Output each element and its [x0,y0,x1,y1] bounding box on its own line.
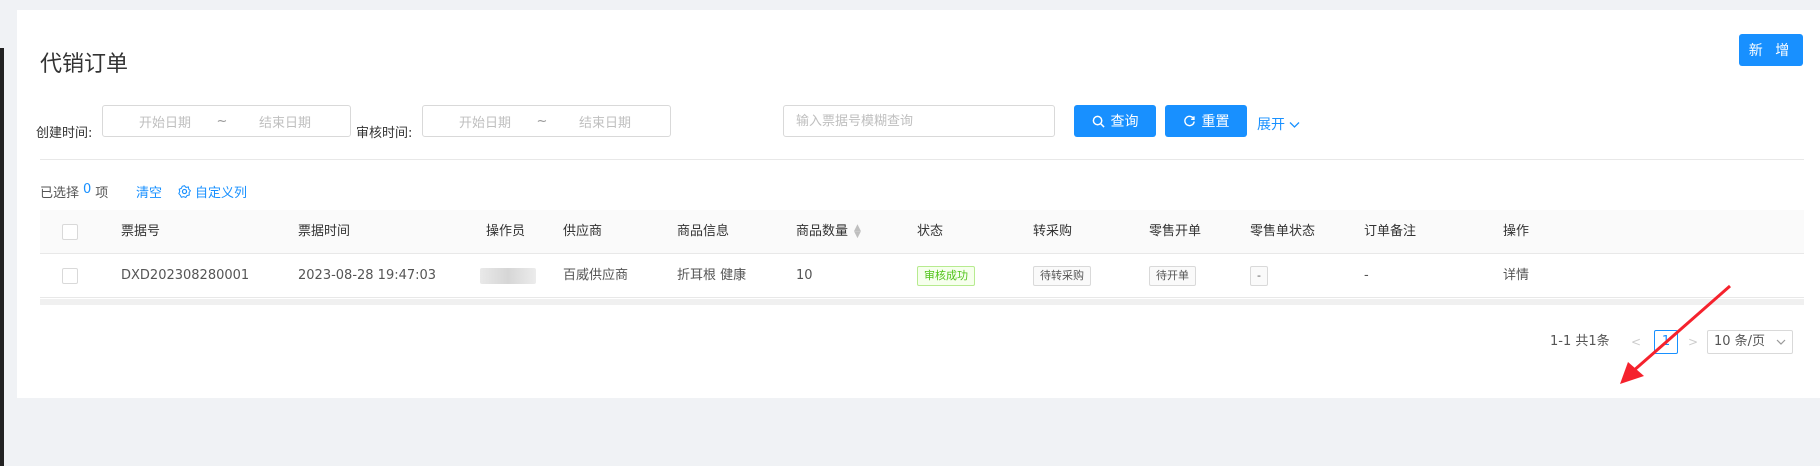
bill-time-cell: 2023-08-28 19:47:03 [298,268,437,283]
audit-end-date[interactable]: 结束日期 [549,112,661,131]
remark-cell: - [1364,268,1369,283]
column-header-operator: 操作员 [486,224,526,239]
retail-order-badge: 待开单 [1149,266,1196,286]
status-cell: 审核成功 [917,254,975,298]
column-header-supplier: 供应商 [563,224,603,239]
supplier-cell: 百威供应商 [563,268,629,283]
table-header: 票据号 票据时间 操作员 供应商 商品信息 商品数量 ▲ ▼ 状态 转采购 零售开单… [40,210,1804,254]
create-time-label: 创建时间: [36,126,93,141]
row-checkbox[interactable] [62,268,78,284]
chevron-down-icon [1289,122,1300,128]
range-separator: ~ [536,113,548,129]
column-header-remark: 订单备注 [1364,224,1417,239]
selection-prefix: 已选择 [40,186,80,201]
custom-columns-label: 自定义列 [195,186,248,201]
retail-order-cell: 待开单 [1149,254,1196,298]
reset-button-label: 重置 [1201,114,1230,130]
column-header-retail-status: 零售单状态 [1250,224,1316,239]
create-end-date[interactable]: 结束日期 [229,112,341,131]
custom-columns-link[interactable]: 自定义列 [178,182,247,201]
column-header-product-info: 商品信息 [677,224,730,239]
sort-icon[interactable]: ▲ ▼ [854,223,861,239]
quantity-cell: 10 [796,268,813,283]
query-button-label: 查询 [1110,114,1139,130]
table-row: DXD202308280001 2023-08-28 19:47:03 百威供应… [40,254,1804,298]
reset-button[interactable]: 重置 [1165,105,1247,137]
product-info-cell: 折耳根 健康 [677,268,747,283]
column-header-to-purchase: 转采购 [1033,224,1073,239]
status-badge: 审核成功 [917,266,975,286]
chevron-down-icon [1776,339,1786,345]
selection-suffix: 项 [95,186,109,201]
to-purchase-badge: 待转采购 [1033,266,1091,286]
retail-status-badge: - [1250,266,1268,286]
detail-link[interactable]: 详情 [1503,254,1529,298]
left-edge-bar [0,48,4,466]
audit-start-date[interactable]: 开始日期 [423,112,535,131]
retail-status-cell: - [1250,254,1268,298]
reload-icon [1183,115,1195,126]
select-all-checkbox[interactable] [62,224,78,240]
column-header-bill-no: 票据号 [121,224,161,239]
column-header-retail-order: 零售开单 [1149,224,1202,239]
audit-time-label: 审核时间: [356,126,413,141]
blurred-operator-name [480,268,536,284]
column-header-status: 状态 [917,224,944,239]
to-purchase-cell: 待转采购 [1033,254,1091,298]
range-separator: ~ [216,113,228,129]
column-header-quantity[interactable]: 商品数量 ▲ ▼ [796,210,861,254]
audit-time-range-picker[interactable]: 开始日期 ~ 结束日期 [422,105,671,137]
page-title: 代销订单 [40,52,129,77]
quantity-header-label: 商品数量 [796,224,849,239]
create-time-range-picker[interactable]: 开始日期 ~ 结束日期 [102,105,351,137]
operator-cell [480,254,536,298]
bill-no-search-input[interactable] [783,105,1055,137]
annotation-arrow-icon [1620,284,1731,384]
clear-selection-link[interactable]: 清空 [136,182,162,201]
column-header-bill-time: 票据时间 [298,224,351,239]
column-header-action: 操作 [1503,224,1530,239]
bill-no-cell: DXD202308280001 [121,268,250,283]
main-card: 代销订单 新 增 创建时间: 开始日期 ~ 结束日期 审核时间: 开始日期 ~ … [17,10,1820,398]
expand-filters-link[interactable]: 展开 [1257,114,1300,134]
add-button[interactable]: 新 增 [1739,34,1803,66]
selection-count: 0 [83,182,92,197]
search-icon [1092,115,1105,128]
expand-label: 展开 [1257,117,1285,133]
query-button[interactable]: 查询 [1074,105,1156,137]
orders-table: 票据号 票据时间 操作员 供应商 商品信息 商品数量 ▲ ▼ 状态 转采购 零售开单… [40,210,1804,298]
selection-summary: 已选择 0 项 [40,182,108,201]
horizontal-scrollbar[interactable] [40,299,1804,305]
gear-icon [178,185,191,198]
create-start-date[interactable]: 开始日期 [103,112,215,131]
filter-divider [40,159,1804,160]
